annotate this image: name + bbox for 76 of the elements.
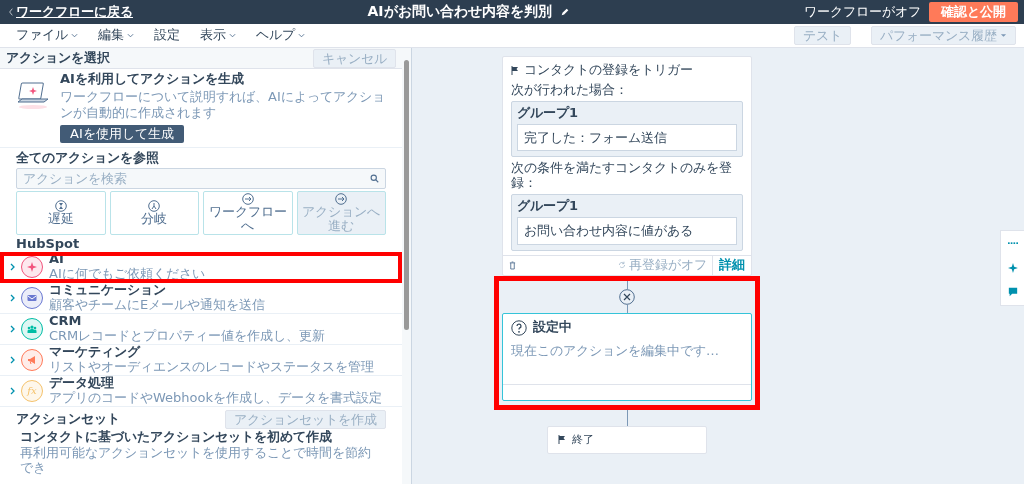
menu-item[interactable]: 表示 — [200, 28, 236, 43]
close-icon[interactable] — [619, 288, 635, 305]
promo-description: ワークフローについて説明すれば、AIによってアクションが自動的に作成されます — [60, 88, 386, 122]
editing-message: 現在このアクションを編集中です… — [511, 343, 720, 359]
chevron-right-icon — [10, 263, 15, 272]
section-heading: HubSpot — [16, 237, 81, 253]
menu-item[interactable]: 設定 — [154, 28, 180, 43]
chevron-right-icon — [10, 386, 15, 395]
chevron-right-icon — [10, 325, 15, 333]
action-category-item[interactable]: コミュニケーション 顧客やチームにEメールや通知を送信 — [0, 283, 402, 315]
condition-label: 次の条件を満たすコンタクトのみを登録： — [511, 161, 733, 192]
flag-icon — [511, 65, 519, 75]
category-description: リストやオーディエンスのレコードやステータスを管理 — [49, 359, 374, 375]
empty-state-heading: コンタクトに基づいたアクションセットを初めて作成 — [19, 429, 333, 445]
comment-icon[interactable] — [1007, 287, 1018, 297]
search-icon — [370, 174, 379, 184]
chevron-right-icon — [10, 294, 15, 303]
empty-state-description: 再利用可能なアクションセットを使用することで時間を節約でき — [19, 445, 372, 476]
chevron-right-icon — [10, 355, 15, 364]
trigger-title: コンタクトの登録をトリガー — [524, 63, 693, 78]
group-title: グループ1 — [517, 105, 580, 121]
fx-icon: fx — [21, 379, 43, 402]
caret-down-icon — [71, 33, 78, 38]
quick-action-button[interactable]: 分岐 — [109, 191, 199, 236]
workflow-status: ワークフローがオフ — [804, 4, 921, 20]
branch-icon — [148, 200, 161, 213]
arrow-right-icon — [241, 193, 254, 206]
pencil-icon[interactable] — [559, 7, 570, 17]
caret-down-icon — [229, 33, 236, 38]
question-icon — [511, 319, 527, 336]
category-title: コミュニケーション — [49, 283, 167, 298]
caret-down-icon — [127, 33, 134, 38]
action-category-item[interactable]: fx データ処理 アプリのコードやWebhookを作成し、データを書式設定 — [0, 375, 402, 407]
filter-condition: 完了した：フォーム送信 — [517, 123, 737, 152]
menu-item[interactable]: ファイル — [16, 28, 78, 43]
category-title: CRM — [49, 314, 83, 329]
flag-icon — [558, 435, 566, 445]
quick-action-button[interactable]: 遅延 — [16, 191, 106, 236]
arrow-right-icon — [335, 193, 348, 206]
end-node[interactable]: 終了 — [547, 425, 707, 454]
scrollbar[interactable] — [402, 48, 411, 484]
filter-condition: お問い合わせ内容に値がある — [517, 217, 737, 245]
trash-icon[interactable] — [509, 260, 516, 270]
trigger-card[interactable]: コンタクトの登録をトリガー 次が行われた場合： グループ1 完了した：フォーム送信 次の条件を満たすコンタクトのみを登録： グループ1 お問い合わせ内容に値がある 再登録がオフ 詳細 — [502, 56, 752, 276]
action-title: 設定中 — [533, 320, 572, 336]
category-title: マーケティング — [49, 344, 142, 360]
category-description: CRMレコードとプロパティー値を作成し、更新 — [49, 329, 326, 344]
section-heading: 全てのアクションを参照 — [16, 151, 160, 167]
panel-title: アクションを選択 — [6, 50, 110, 66]
chevron-left-icon — [8, 8, 14, 16]
category-description: アプリのコードやWebhookを作成し、データを書式設定 — [49, 390, 383, 406]
category-description: 顧客やチームにEメールや通知を送信 — [49, 298, 266, 314]
laptop-icon — [16, 80, 50, 110]
details-link[interactable]: 詳細 — [712, 255, 751, 275]
quick-action-button[interactable]: ワークフローへ — [203, 191, 293, 236]
workflow-title: AIがお問い合わせ内容を判別 — [367, 3, 552, 21]
group-title: グループ1 — [517, 199, 580, 215]
condition-label: 次が行われた場合： — [511, 82, 629, 98]
action-card[interactable]: 設定中 現在このアクションを編集中です… — [502, 312, 752, 401]
back-link[interactable]: ワークフローに戻る — [8, 4, 133, 20]
hourglass-icon — [54, 200, 67, 213]
menu-item[interactable]: ヘルプ — [256, 28, 305, 43]
menu-item[interactable]: 編集 — [98, 28, 134, 43]
caret-down-icon — [1000, 33, 1007, 38]
search-field[interactable]: アクションを検索 — [16, 168, 386, 190]
action-category-item[interactable]: CRM CRMレコードとプロパティー値を作成し、更新 — [0, 314, 402, 345]
sparkle-icon[interactable] — [1007, 263, 1018, 273]
end-label: 終了 — [572, 432, 594, 448]
action-category-item[interactable]: マーケティング リストやオーディエンスのレコードやステータスを管理 — [0, 344, 402, 376]
caret-down-icon — [298, 33, 305, 38]
generate-with-ai-button[interactable]: AIを使用して生成 — [60, 125, 184, 144]
category-title: データ処理 — [49, 375, 115, 391]
refresh-icon — [618, 261, 626, 270]
section-heading: アクションセット — [16, 411, 120, 427]
promo-title: AIを利用してアクションを生成 — [60, 72, 244, 87]
reenrollment-status: 再登録がオフ — [629, 257, 707, 273]
